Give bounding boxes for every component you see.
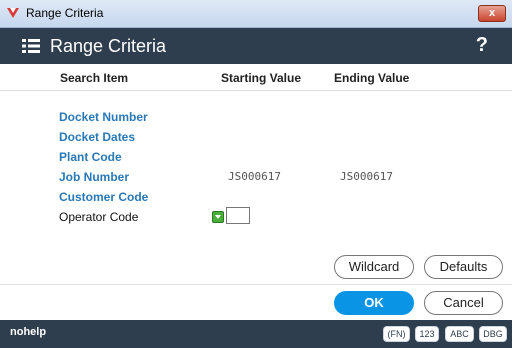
column-header-starting-value: Starting Value — [221, 71, 302, 85]
header-divider — [0, 90, 512, 91]
window-title: Range Criteria — [26, 6, 104, 20]
row-label-operator-code: Operator Code — [59, 210, 139, 224]
column-header-ending-value: Ending Value — [334, 71, 410, 85]
status-text: nohelp — [10, 326, 47, 338]
operator-code-input[interactable] — [226, 207, 250, 224]
button-divider — [0, 284, 512, 285]
dialog-header: Range Criteria ? — [0, 28, 512, 64]
dialog-title: Range Criteria — [50, 36, 167, 56]
row-label-docket-number[interactable]: Docket Number — [59, 110, 148, 124]
numeric-mode-badge[interactable]: 123 — [415, 326, 439, 342]
job-number-start-value[interactable]: JS000617 — [228, 170, 281, 183]
cancel-button[interactable]: Cancel — [424, 291, 503, 315]
column-header-search-item: Search Item — [60, 71, 129, 85]
defaults-button[interactable]: Defaults — [424, 255, 503, 279]
fn-badge[interactable]: (FN) — [383, 326, 410, 342]
row-label-customer-code[interactable]: Customer Code — [59, 190, 148, 204]
ok-button[interactable]: OK — [334, 291, 414, 315]
wildcard-button[interactable]: Wildcard — [334, 255, 414, 279]
close-button[interactable]: x — [478, 5, 506, 22]
row-label-docket-dates[interactable]: Docket Dates — [59, 130, 135, 144]
row-label-job-number[interactable]: Job Number — [59, 170, 129, 184]
help-icon[interactable]: ? — [476, 34, 488, 57]
row-label-plant-code[interactable]: Plant Code — [59, 150, 122, 164]
dropdown-picker-icon[interactable] — [212, 211, 224, 223]
status-bar: nohelp (FN) 123 ABC DBG — [0, 320, 512, 348]
list-icon — [22, 39, 40, 53]
window-titlebar[interactable]: Range Criteria x — [0, 0, 512, 28]
debug-badge[interactable]: DBG — [479, 326, 507, 342]
app-logo-icon — [7, 8, 19, 18]
job-number-end-value[interactable]: JS000617 — [340, 170, 393, 183]
alpha-mode-badge[interactable]: ABC — [445, 326, 474, 342]
